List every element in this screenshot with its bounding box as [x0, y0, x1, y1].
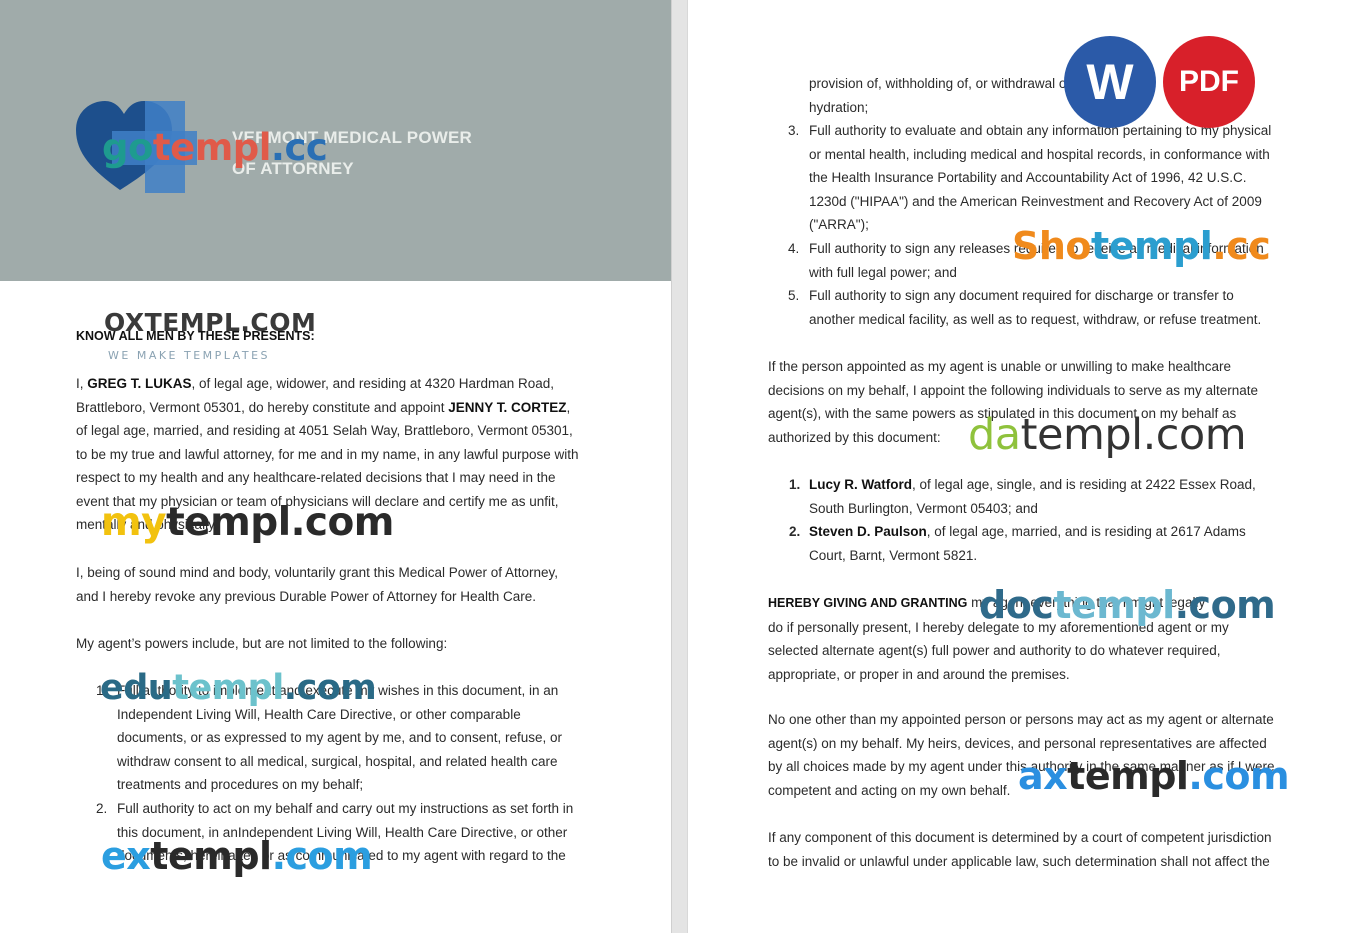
- alternate-line2: decisions on my behalf, I appoint the fo…: [768, 382, 1259, 398]
- power-item-3-line1: Full authority to evaluate and obtain an…: [809, 123, 1272, 138]
- alternate-2-line2: Court, Barnt, Vermont 5821.: [809, 547, 978, 563]
- power-item-3-line2: or mental health, including medical and …: [809, 146, 1270, 162]
- power-item-2-line1: Full authority to act on my behalf and c…: [117, 801, 574, 816]
- intro-line4: to be my true and lawful attorney, for m…: [76, 446, 579, 462]
- document-page-right: provision of, withholding of, or withdra…: [688, 0, 1352, 933]
- power-item-3-line5: ("ARRA");: [809, 217, 869, 232]
- pdf-format-badge[interactable]: PDF: [1163, 36, 1255, 128]
- power-item-4-line1: Full authority to sign any releases requ…: [809, 241, 1264, 256]
- grant-line1: I, being of sound mind and body, volunta…: [76, 565, 559, 580]
- no-other-agent-paragraph: No one other than my appointed person or…: [768, 708, 1328, 802]
- alternate-2-line1: , of legal age, married, and is residing…: [926, 524, 1246, 539]
- power-item-3-number: 3.: [788, 123, 800, 138]
- power-item-4-number: 4.: [788, 241, 800, 256]
- power-item-2-line3: documents, hereinafter, or as communicat…: [117, 848, 566, 863]
- word-format-badge[interactable]: W: [1064, 36, 1156, 128]
- page-gutter: [671, 0, 688, 933]
- intro-line1-a: I,: [76, 376, 88, 391]
- intro-line2-a: Brattleboro, Vermont 05301, do hereby co…: [76, 399, 449, 415]
- alternate-1-line2: South Burlington, Vermont 05403; and: [809, 500, 1038, 516]
- power-item-5-line2: another medical facility, as well as to …: [809, 311, 1262, 327]
- document-title-line1: VERMONT MEDICAL POWER: [232, 128, 473, 147]
- alternate-1-name: Lucy R. Watford: [809, 477, 912, 492]
- alternate-1-number: 1.: [789, 477, 801, 492]
- intro-line1-b: , of legal age, widower, and residing at…: [191, 376, 555, 391]
- power-item-1-line5: treatments and procedures on my behalf;: [117, 777, 364, 792]
- alternate-agent-1: Lucy R. Watford, of legal age, single, a…: [809, 473, 1309, 520]
- power-item-3-line3: the Health Insurance Portability and Acc…: [809, 170, 1247, 185]
- power-item-4-line2: with full legal power; and: [809, 264, 957, 280]
- alternate-agent-2: Steven D. Paulson, of legal age, married…: [809, 520, 1309, 567]
- granting-line2: do if personally present, I hereby deleg…: [768, 619, 1229, 635]
- heading-know-all-men: KNOW ALL MEN BY THESE PRESENTS:: [76, 329, 315, 343]
- power-item-5: Full authority to sign any document requ…: [809, 284, 1309, 331]
- power-item-5-number: 5.: [788, 288, 800, 303]
- power-item-1-number: 1.: [96, 683, 108, 698]
- no-other-line3: by all choices made by my agent under th…: [768, 759, 1275, 774]
- granting-heading: HEREBY GIVING AND GRANTING: [768, 596, 968, 610]
- power-item-1-line3: documents, or as expressed to my agent b…: [117, 730, 562, 745]
- power-item-1-line1: Full authority to implement and execute …: [117, 683, 559, 698]
- alternate-agents-paragraph: If the person appointed as my agent is u…: [768, 355, 1308, 449]
- power-item-1-line4: withdraw consent to all medical, surgica…: [117, 753, 558, 769]
- power-item-4: Full authority to sign any releases requ…: [809, 237, 1309, 284]
- power-item-2: Full authority to act on my behalf and c…: [117, 797, 617, 868]
- agent-name: JENNY T. CORTEZ: [448, 399, 567, 415]
- watermark-oxtempl-tagline: WE MAKE TEMPLATES: [108, 349, 270, 362]
- power-item-1-line2: Independent Living Will, Health Care Dir…: [117, 706, 521, 722]
- no-other-line1: No one other than my appointed person or…: [768, 712, 1274, 727]
- granting-paragraph: HEREBY GIVING AND GRANTING my agent ever…: [768, 591, 1308, 686]
- no-other-line2: agent(s) on my behalf. My heirs, devices…: [768, 735, 1267, 751]
- alternate-2-name: Steven D. Paulson: [809, 524, 927, 539]
- intro-line7: mentally and physically.: [76, 517, 218, 532]
- document-title: VERMONT MEDICAL POWER OF ATTORNEY: [232, 122, 472, 184]
- principal-name: GREG T. LUKAS: [87, 376, 192, 391]
- power-item-3: Full authority to evaluate and obtain an…: [809, 119, 1309, 237]
- granting-line1: my agent everything that I might legally: [967, 595, 1206, 610]
- no-other-line4: competent and acting on my own behalf.: [768, 782, 1011, 798]
- power-item-5-line1: Full authority to sign any document requ…: [809, 288, 1234, 303]
- intro-line2-b: ,: [566, 399, 571, 415]
- power-item-3-line4: 1230d ("HIPAA") and the American Reinves…: [809, 193, 1262, 209]
- intro-line3: of legal age, married, and residing at 4…: [76, 423, 573, 438]
- severability-paragraph: If any component of this document is det…: [768, 826, 1328, 873]
- alternate-line4: authorized by this document:: [768, 429, 941, 445]
- document-title-line2: OF ATTORNEY: [232, 159, 354, 178]
- alternate-line3: agent(s), with the same powers as stipul…: [768, 406, 1237, 421]
- severability-line2: to be invalid or unlawful under applicab…: [768, 853, 1270, 869]
- granting-line4: appropriate, or proper in and around the…: [768, 666, 1070, 682]
- power-item-2-line2: this document, in anIndependent Living W…: [117, 824, 568, 840]
- grant-paragraph: I, being of sound mind and body, volunta…: [76, 561, 616, 608]
- grant-line2: and I hereby revoke any previous Durable…: [76, 588, 536, 604]
- alternate-1-line1: , of legal age, single, and is residing …: [912, 477, 1256, 492]
- powers-intro: My agent’s powers include, but are not l…: [76, 636, 448, 651]
- document-page-left: VERMONT MEDICAL POWER OF ATTORNEY gotemp…: [0, 0, 671, 933]
- intro-paragraph: I, GREG T. LUKAS, of legal age, widower,…: [76, 372, 616, 537]
- severability-line1: If any component of this document is det…: [768, 830, 1272, 845]
- alternate-2-number: 2.: [789, 524, 801, 539]
- power-item-2-number: 2.: [96, 801, 108, 816]
- granting-line3: selected alternate agent(s) full power a…: [768, 643, 1221, 658]
- heart-cross-logo-icon: [76, 101, 197, 193]
- alternate-line1: If the person appointed as my agent is u…: [768, 359, 1232, 374]
- intro-line6: event that my physician or team of physi…: [76, 493, 559, 509]
- intro-line5: respect to my health and any healthcare-…: [76, 470, 556, 485]
- power-item-1: Full authority to implement and execute …: [117, 679, 617, 797]
